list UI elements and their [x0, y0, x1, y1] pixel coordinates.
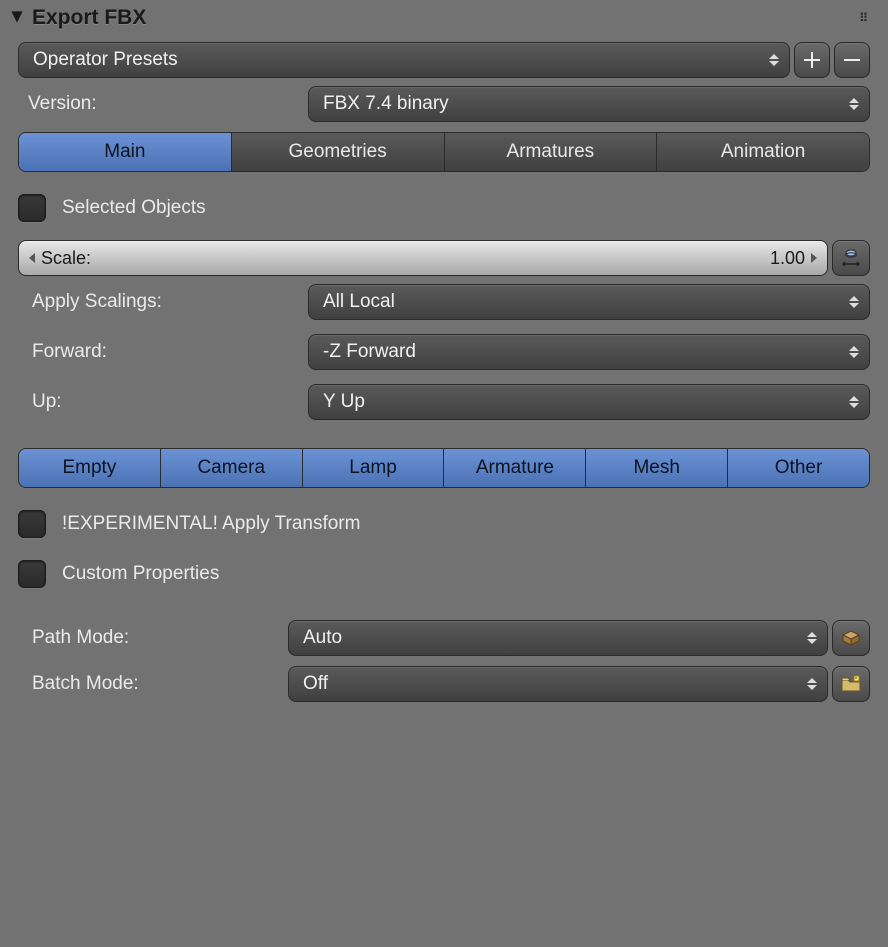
- disclosure-triangle-icon[interactable]: [10, 6, 24, 30]
- tab-animation[interactable]: Animation: [657, 133, 869, 171]
- forward-dropdown[interactable]: -Z Forward: [308, 334, 870, 370]
- scale-value: 1.00: [770, 248, 805, 269]
- increment-icon[interactable]: [805, 241, 823, 275]
- object-types-toggle: Empty Camera Lamp Armature Mesh Other: [18, 448, 870, 488]
- export-fbx-panel: Export FBX ⠿ Operator Presets Version:: [0, 0, 888, 947]
- forward-value: -Z Forward: [323, 341, 416, 363]
- tab-armatures[interactable]: Armatures: [445, 133, 658, 171]
- preset-add-button[interactable]: [794, 42, 830, 78]
- type-lamp[interactable]: Lamp: [303, 449, 445, 487]
- embed-textures-button[interactable]: [832, 620, 870, 656]
- scale-input[interactable]: Scale: 1.00: [18, 240, 828, 276]
- drag-handle-icon[interactable]: ⠿: [859, 11, 870, 25]
- path-mode-label: Path Mode:: [18, 620, 288, 656]
- chevron-updown-icon: [765, 43, 783, 77]
- chevron-updown-icon: [803, 667, 821, 701]
- batch-mode-dropdown[interactable]: Off: [288, 666, 828, 702]
- apply-scalings-value: All Local: [323, 291, 395, 313]
- type-mesh[interactable]: Mesh: [586, 449, 728, 487]
- apply-transform-checkbox[interactable]: [18, 510, 46, 538]
- chevron-updown-icon: [803, 621, 821, 655]
- operator-presets-label: Operator Presets: [33, 49, 178, 71]
- batch-own-dir-button[interactable]: [832, 666, 870, 702]
- batch-mode-label: Batch Mode:: [18, 666, 288, 702]
- chevron-updown-icon: [845, 385, 863, 419]
- panel-title: Export FBX: [32, 6, 146, 30]
- tab-main[interactable]: Main: [19, 133, 232, 171]
- apply-scalings-dropdown[interactable]: All Local: [308, 284, 870, 320]
- version-dropdown[interactable]: FBX 7.4 binary: [308, 86, 870, 122]
- chevron-updown-icon: [845, 285, 863, 319]
- up-value: Y Up: [323, 391, 365, 413]
- path-mode-value: Auto: [303, 627, 342, 649]
- path-mode-dropdown[interactable]: Auto: [288, 620, 828, 656]
- decrement-icon[interactable]: [23, 241, 41, 275]
- chevron-updown-icon: [845, 87, 863, 121]
- selected-objects-checkbox[interactable]: [18, 194, 46, 222]
- type-other[interactable]: Other: [728, 449, 869, 487]
- operator-presets-dropdown[interactable]: Operator Presets: [18, 42, 790, 78]
- panel-header[interactable]: Export FBX ⠿: [0, 0, 888, 36]
- section-tabs: Main Geometries Armatures Animation: [18, 132, 870, 172]
- apply-unit-scale-button[interactable]: [832, 240, 870, 276]
- type-armature[interactable]: Armature: [444, 449, 586, 487]
- up-label: Up:: [18, 384, 308, 420]
- chevron-updown-icon: [845, 335, 863, 369]
- custom-properties-checkbox[interactable]: [18, 560, 46, 588]
- type-camera[interactable]: Camera: [161, 449, 303, 487]
- tab-geometries[interactable]: Geometries: [232, 133, 445, 171]
- apply-scalings-label: Apply Scalings:: [18, 284, 308, 320]
- selected-objects-label: Selected Objects: [62, 197, 206, 219]
- forward-label: Forward:: [18, 334, 308, 370]
- preset-remove-button[interactable]: [834, 42, 870, 78]
- panel-body: Operator Presets Version: FBX 7.4 binary: [0, 36, 888, 720]
- scale-label: Scale:: [41, 248, 91, 269]
- type-empty[interactable]: Empty: [19, 449, 161, 487]
- custom-properties-label: Custom Properties: [62, 563, 219, 585]
- apply-transform-label: !EXPERIMENTAL! Apply Transform: [62, 513, 360, 535]
- version-label: Version:: [18, 86, 308, 122]
- up-dropdown[interactable]: Y Up: [308, 384, 870, 420]
- version-value: FBX 7.4 binary: [323, 93, 449, 115]
- batch-mode-value: Off: [303, 673, 328, 695]
